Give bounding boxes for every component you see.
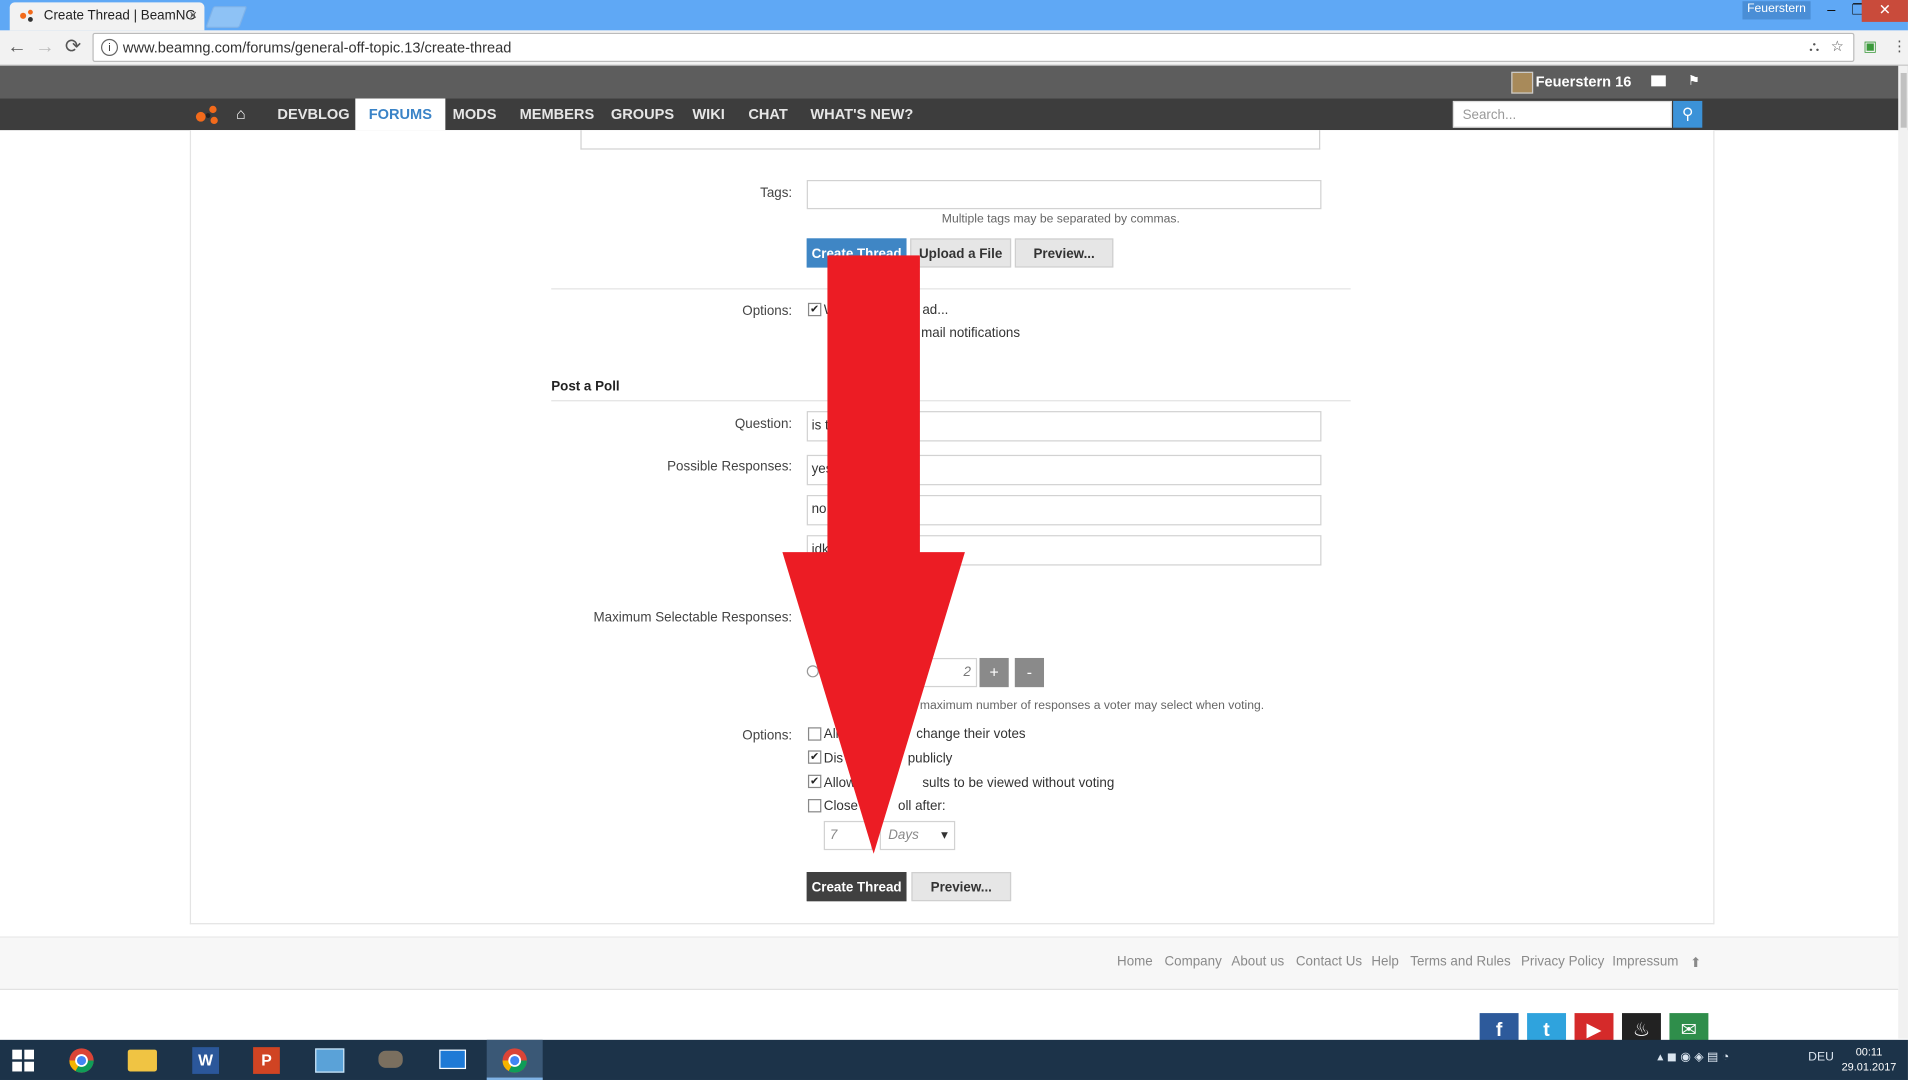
footer-link-terms[interactable]: Terms and Rules — [1410, 955, 1510, 970]
search-input[interactable]: Search... — [1452, 100, 1672, 128]
tab-close-icon[interactable]: × — [189, 2, 197, 29]
decrement-button[interactable]: - — [1014, 657, 1045, 688]
preview-button[interactable]: Preview... — [911, 872, 1012, 902]
extension-icon[interactable]: ▣ — [1862, 38, 1879, 55]
forward-icon[interactable]: → — [33, 35, 57, 59]
create-thread-button[interactable]: Create Thread — [806, 872, 907, 902]
footer-link-company[interactable]: Company — [1164, 955, 1221, 970]
clock-time: 00:11 — [1855, 1045, 1883, 1059]
responses-label: Possible Responses: — [667, 459, 793, 475]
translate-icon[interactable]: ⛬ — [1806, 38, 1823, 55]
increment-button[interactable]: + — [979, 657, 1009, 688]
url-field[interactable]: i www.beamng.com/forums/general-off-topi… — [92, 32, 1855, 63]
taskbar-app-icon[interactable] — [301, 1040, 357, 1080]
new-tab-button[interactable] — [205, 6, 248, 28]
avatar[interactable] — [1511, 71, 1534, 94]
search-icon[interactable]: ⚲ — [1673, 100, 1703, 128]
red-arrow-head — [782, 552, 965, 854]
browser-menu-icon[interactable]: ⋮ — [1891, 38, 1908, 55]
footer-link-contact[interactable]: Contact Us — [1296, 955, 1362, 970]
browser-tab[interactable]: Create Thread | BeamNG × — [9, 2, 205, 31]
preview-button-top[interactable]: Preview... — [1014, 238, 1114, 268]
tags-input[interactable] — [806, 179, 1322, 210]
nav-members[interactable]: MEMBERS — [520, 99, 595, 131]
footer-link-impressum[interactable]: Impressum — [1612, 955, 1678, 970]
taskbar-clock[interactable]: 00:11 29.01.2017 — [1840, 1045, 1898, 1074]
watch-thread-checkbox[interactable]: ✔ — [807, 302, 822, 317]
reload-icon[interactable]: ⟳ — [61, 35, 85, 59]
footer-link-privacy[interactable]: Privacy Policy — [1521, 955, 1604, 970]
beamng-favicon-icon — [20, 9, 33, 22]
poll-options-label: Options: — [742, 728, 793, 744]
footer-link-about[interactable]: About us — [1231, 955, 1284, 970]
poll-divider — [551, 400, 1351, 402]
close-window-button[interactable]: ✕ — [1861, 0, 1908, 22]
site-info-icon[interactable]: i — [100, 38, 119, 56]
nav-forums[interactable]: FORUMS — [355, 98, 446, 131]
beamng-logo[interactable] — [195, 105, 222, 127]
taskbar-chrome-active-icon[interactable] — [486, 1039, 543, 1080]
windows-start-icon[interactable] — [12, 1049, 35, 1072]
nav-wiki[interactable]: WIKI — [692, 99, 724, 131]
taskbar-explorer-icon[interactable] — [114, 1040, 170, 1080]
flag-icon[interactable]: ⚑ — [1688, 73, 1703, 89]
profile-button[interactable]: Feuerstern — [1742, 1, 1811, 20]
taskbar-word-icon[interactable]: W — [178, 1040, 234, 1080]
upload-file-button[interactable]: Upload a File — [910, 238, 1012, 268]
footer-link-home[interactable]: Home — [1117, 955, 1153, 970]
section-divider — [551, 288, 1351, 290]
nav-mods[interactable]: MODS — [453, 99, 497, 131]
url-text: www.beamng.com/forums/general-off-topic.… — [122, 38, 512, 56]
max-responses-label: Maximum Selectable Responses: — [593, 610, 793, 626]
tags-hint: Multiple tags may be separated by commas… — [941, 212, 1180, 227]
options-label: Options: — [742, 304, 793, 319]
watch-thread-label-b: ad... — [922, 302, 949, 318]
username-link[interactable]: Feuerstern 16 — [1536, 73, 1632, 90]
address-bar: ← → ⟳ i www.beamng.com/forums/general-of… — [0, 30, 1908, 66]
envelope-icon[interactable] — [1651, 75, 1666, 87]
max-responses-hint: maximum number of responses a voter may … — [919, 699, 1265, 713]
question-label: Question: — [734, 417, 793, 432]
red-arrow-shaft — [827, 255, 920, 584]
back-icon[interactable]: ← — [5, 35, 29, 59]
minimize-button[interactable]: – — [1818, 0, 1845, 22]
site-navbar: ⌂ DEVBLOG FORUMS MODS MEMBERS GROUPS WIK… — [0, 98, 1908, 131]
taskbar-powerpoint-icon[interactable]: P — [238, 1040, 294, 1080]
nav-groups[interactable]: GROUPS — [611, 99, 674, 131]
site-user-bar: Feuerstern 16 ⚑ — [0, 65, 1908, 99]
taskbar-chrome-icon[interactable] — [54, 1040, 110, 1080]
bookmark-star-icon[interactable]: ☆ — [1829, 38, 1846, 55]
nav-whats-new[interactable]: WHAT'S NEW? — [810, 99, 913, 131]
home-icon[interactable]: ⌂ — [236, 105, 246, 123]
poll-section-title: Post a Poll — [551, 379, 620, 395]
footer-link-help[interactable]: Help — [1371, 955, 1399, 970]
system-tray-icons[interactable]: ▴ ◼ ◉ ◈ ▤ ◔ — [1657, 1051, 1729, 1064]
nav-chat[interactable]: CHAT — [748, 99, 787, 131]
clock-date: 29.01.2017 — [1841, 1060, 1897, 1073]
tab-title: Create Thread | BeamNG — [43, 8, 196, 24]
back-to-top-icon[interactable]: ⬆ — [1690, 955, 1701, 971]
tags-label: Tags: — [760, 186, 793, 201]
email-notifications-label: mail notifications — [921, 325, 1021, 341]
language-indicator[interactable]: DEU — [1808, 1051, 1834, 1064]
taskbar-gimp-icon[interactable] — [363, 1040, 419, 1080]
page-scrollbar[interactable] — [1898, 65, 1908, 1039]
footer-links-bar: Home Company About us Contact Us Help Te… — [0, 937, 1899, 990]
windows-taskbar: W P ▴ ◼ ◉ ◈ ▤ ◔ DEU 00:11 29.01.2017 — [0, 1039, 1908, 1080]
message-editor[interactable] — [580, 130, 1321, 150]
nav-devblog[interactable]: DEVBLOG — [277, 99, 349, 131]
browser-titlebar: Create Thread | BeamNG × Feuerstern – ❐ … — [0, 0, 1908, 31]
taskbar-mail-icon[interactable] — [425, 1040, 481, 1080]
scrollbar-thumb[interactable] — [1900, 72, 1907, 128]
